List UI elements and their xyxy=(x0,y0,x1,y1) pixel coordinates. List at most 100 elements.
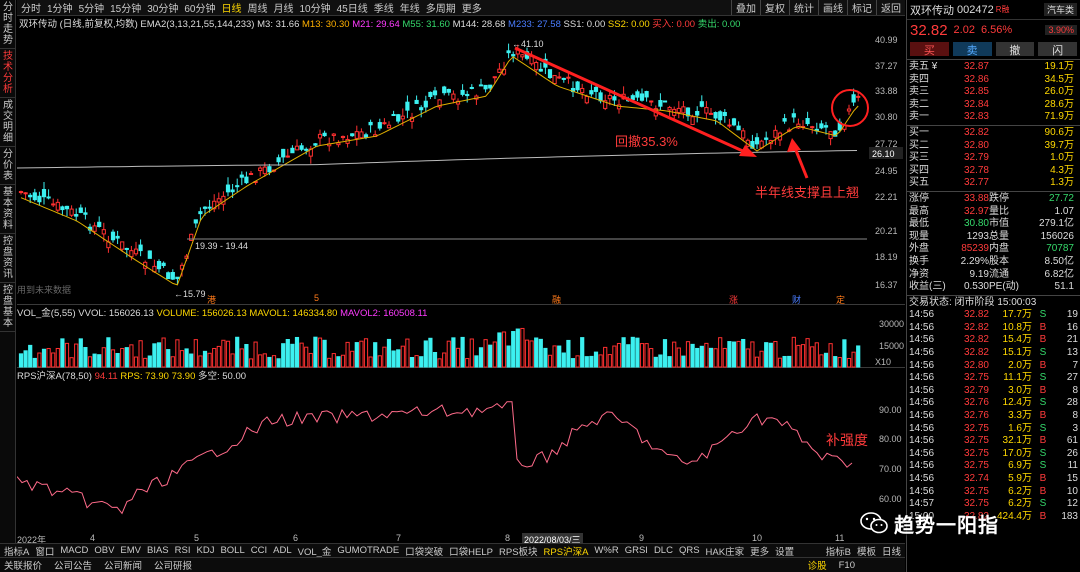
back-button[interactable]: 返回 xyxy=(876,0,905,15)
nav-fenshi[interactable]: 分时走势 xyxy=(0,0,16,49)
link-company-research[interactable]: 公司研报 xyxy=(154,558,192,572)
period-1m[interactable]: 1分钟 xyxy=(47,0,73,15)
sell-button[interactable]: 卖 xyxy=(952,42,992,57)
link-company-news[interactable]: 公司新闻 xyxy=(104,558,142,572)
tab-wr[interactable]: W%R xyxy=(594,545,618,556)
tab-pocket-help[interactable]: 口袋HELP xyxy=(449,544,493,558)
tab-kdj[interactable]: KDJ xyxy=(197,545,215,556)
tab-window[interactable]: 窗口 xyxy=(35,544,54,558)
tab-rsi[interactable]: RSI xyxy=(175,545,191,556)
volume-bar xyxy=(437,358,442,368)
volume-bar xyxy=(745,348,750,368)
period-15m[interactable]: 15分钟 xyxy=(110,0,141,15)
period-multi[interactable]: 多周期 xyxy=(426,0,456,15)
tab-ind-b[interactable]: 指标B xyxy=(826,544,851,558)
tick-row-cell: 21 xyxy=(1066,334,1078,346)
tab-boll[interactable]: BOLL xyxy=(220,545,244,556)
flash-button[interactable]: 闪 xyxy=(1038,42,1077,57)
tick-row-cell: 14:56 xyxy=(909,473,935,484)
period-year[interactable]: 年线 xyxy=(400,0,420,15)
tab-rps-hs-a[interactable]: RPS沪深A xyxy=(544,544,589,558)
nav-basic[interactable]: 基本资料 xyxy=(0,185,16,234)
volume-bar xyxy=(791,336,796,368)
volume-panel[interactable]: VOL_金(5,55) VVOL: 156026.13 VOLUME: 1560… xyxy=(17,305,905,368)
vol-axis-mid: 15000 xyxy=(879,341,905,351)
tab-macd[interactable]: MACD xyxy=(60,545,88,556)
nav-control-basic[interactable]: 控盘基本 xyxy=(0,283,16,332)
buy-button[interactable]: 买 xyxy=(910,42,949,57)
tick-row-cell: 12.4万 xyxy=(1002,397,1032,409)
trade-status: 交易状态: 闭市阶段 15:00:03 xyxy=(909,296,1037,308)
tab-adl[interactable]: ADL xyxy=(273,545,291,556)
period-5m[interactable]: 5分钟 xyxy=(79,0,105,15)
sector-tag[interactable]: 汽车类 xyxy=(1043,3,1077,16)
period-30m[interactable]: 30分钟 xyxy=(147,0,178,15)
nav-detail[interactable]: 成交明细 xyxy=(0,98,16,147)
candle-body xyxy=(423,100,428,108)
period-quarter[interactable]: 季线 xyxy=(374,0,394,15)
price-axis-label: 22.21 xyxy=(875,192,898,202)
candle-body xyxy=(727,124,732,127)
support-annotation: 半年线支撑且上翘 xyxy=(755,185,860,200)
tab-settings[interactable]: 设置 xyxy=(775,544,794,558)
ask-row-cell: 26.0万 xyxy=(1044,86,1074,98)
candle-body xyxy=(64,205,70,210)
tick-row-cell: 32.75 xyxy=(963,435,989,447)
tab-bias[interactable]: BIAS xyxy=(147,545,169,556)
rps-panel[interactable]: RPS沪深A(78,50) 94.11 RPS: 73.90 73.90 多空:… xyxy=(17,368,905,533)
draw-button[interactable]: 画线 xyxy=(818,0,847,15)
period-10m[interactable]: 10分钟 xyxy=(300,0,331,15)
stats-button[interactable]: 统计 xyxy=(789,0,818,15)
tab-gumotrade[interactable]: GUMOTRADE xyxy=(337,545,399,556)
candle-body xyxy=(708,112,714,115)
candle-body xyxy=(340,135,346,139)
period-weekly[interactable]: 周线 xyxy=(248,0,268,15)
period-60m[interactable]: 60分钟 xyxy=(184,0,215,15)
overlay-button[interactable]: 叠加 xyxy=(731,0,760,15)
diagnose-link[interactable]: 诊股 xyxy=(808,558,827,572)
tab-vol-gold[interactable]: VOL_金 xyxy=(298,544,332,558)
link-related-quote[interactable]: 关联报价 xyxy=(4,558,42,572)
low-label: ←15.79 xyxy=(174,289,206,299)
cancel-button[interactable]: 撤 xyxy=(995,42,1035,57)
tab-hak[interactable]: HAK庄家 xyxy=(706,544,745,558)
tab-rps-sector[interactable]: RPS板块 xyxy=(499,544,538,558)
candle-body xyxy=(391,113,396,116)
tab-emv[interactable]: EMV xyxy=(120,545,141,556)
candle-body xyxy=(294,145,300,151)
price-chart[interactable]: 40.99 37.27 33.88 30.80 27.72 24.95 22.21 20.21… xyxy=(16,30,905,305)
volume-bar xyxy=(28,344,33,368)
tab-grsi[interactable]: GRSI xyxy=(625,545,648,556)
stat-row-cell: PE(动) xyxy=(989,281,1019,293)
bid-row-cell: 买二 xyxy=(909,139,929,151)
bid-row: 买三 32.79 1.0万 xyxy=(907,152,1080,165)
period-more[interactable]: 更多 xyxy=(462,0,482,15)
bid-row-cell: 1.0万 xyxy=(1050,152,1074,164)
link-company-notice[interactable]: 公司公告 xyxy=(54,558,92,572)
period-fenshi[interactable]: 分时 xyxy=(21,0,41,15)
volume-bar xyxy=(267,356,272,368)
event-mark-2[interactable]: 5 xyxy=(314,293,319,303)
period-monthly[interactable]: 月线 xyxy=(274,0,294,15)
tab-daily[interactable]: 日线 xyxy=(882,544,905,558)
f10-link[interactable]: F10 xyxy=(839,560,905,571)
tab-more[interactable]: 更多 xyxy=(750,544,769,558)
ema-label[interactable]: EMA2(3,13,21,55,144,233) xyxy=(140,19,254,30)
nav-control-info[interactable]: 控盘资讯 xyxy=(0,234,16,283)
restore-button[interactable]: 复权 xyxy=(760,0,789,15)
tab-ind-a[interactable]: 指标A xyxy=(4,544,29,558)
period-daily[interactable]: 日线 xyxy=(222,0,242,15)
mark-button[interactable]: 标记 xyxy=(847,0,876,15)
tab-template[interactable]: 模板 xyxy=(857,544,876,558)
tab-dlc[interactable]: DLC xyxy=(654,545,673,556)
nav-tech[interactable]: 技术分析 xyxy=(0,49,16,98)
nav-price-table[interactable]: 分价表 xyxy=(0,147,16,185)
tab-cci[interactable]: CCI xyxy=(251,545,267,556)
period-45d[interactable]: 45日线 xyxy=(337,0,368,15)
tab-qrs[interactable]: QRS xyxy=(679,545,700,556)
tab-obv[interactable]: OBV xyxy=(94,545,114,556)
volume-bar xyxy=(856,345,861,368)
tab-pocket-break[interactable]: 口袋突破 xyxy=(405,544,443,558)
volume-bar xyxy=(713,348,718,368)
candle-body xyxy=(846,108,852,112)
